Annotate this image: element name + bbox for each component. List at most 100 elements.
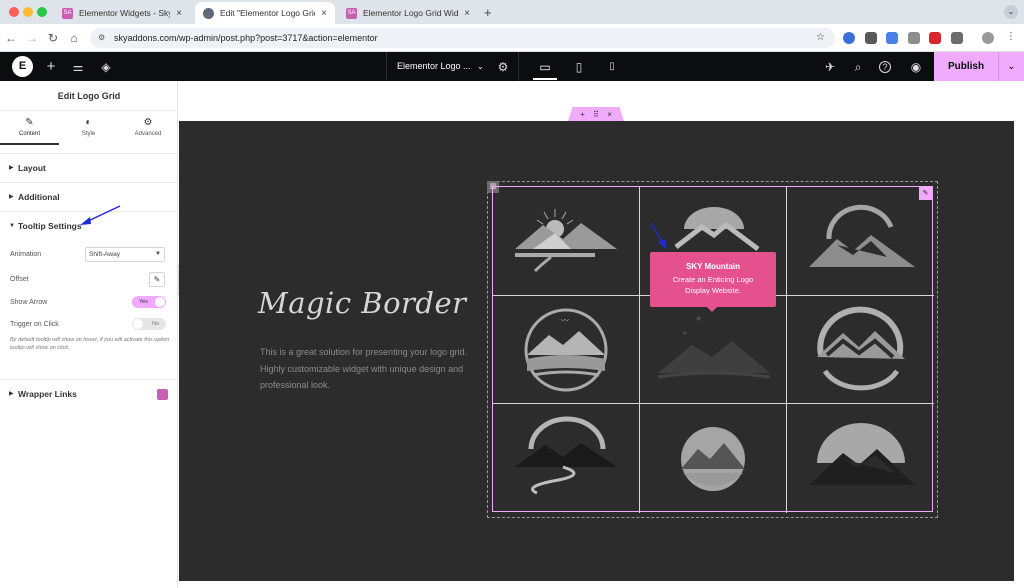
mountain-circle-logo-icon (809, 204, 915, 267)
tab-advanced[interactable]: ⚙ Advanced (118, 111, 178, 145)
browser-tab-1[interactable]: SA Elementor Widgets - Sky Add × (54, 2, 190, 24)
close-tab-icon[interactable]: × (464, 8, 470, 19)
panel-title: Edit Logo Grid (0, 81, 178, 111)
offset-label: Offset (10, 276, 29, 283)
animation-select[interactable]: Shift-Away ▼ (85, 247, 165, 262)
publish-button[interactable]: Publish (934, 52, 998, 81)
notifications-rocket-icon[interactable]: ✈ (822, 59, 838, 75)
tab-title: Elementor Logo Grid Widget (363, 8, 459, 18)
extensions-puzzle-icon[interactable] (951, 32, 963, 44)
reload-icon[interactable]: ↻ (46, 31, 60, 45)
svg-text:〰: 〰 (561, 316, 569, 325)
delete-section-icon[interactable]: × (607, 110, 612, 119)
tab-title: Edit "Elementor Logo Grid W (220, 8, 315, 18)
trigger-hint-text: By default tooltip will show on hover, i… (10, 337, 170, 351)
extension-translate-icon[interactable] (886, 32, 898, 44)
show-arrow-toggle[interactable]: Yes (132, 296, 166, 308)
browser-tab-3[interactable]: SA Elementor Logo Grid Widget × (338, 2, 478, 24)
close-window-button[interactable] (9, 7, 19, 17)
address-bar: ← → ↻ ⌂ ⚙ skyaddons.com/wp-admin/post.ph… (0, 24, 1024, 52)
logo-cell[interactable] (787, 403, 934, 511)
logo-cell[interactable] (640, 403, 787, 511)
caret-down-icon: ▼ (9, 223, 15, 229)
tab-label: Advanced (134, 131, 162, 137)
section-label: Wrapper Links (18, 389, 77, 399)
tablet-view-icon[interactable]: ▯ (571, 59, 587, 75)
extension-f-icon[interactable] (929, 32, 941, 44)
tooltip-arrow (707, 307, 717, 312)
offset-edit-button[interactable]: ✎ (149, 272, 165, 287)
close-tab-icon[interactable]: × (176, 8, 182, 19)
site-settings-icon[interactable]: ⚌ (70, 59, 86, 75)
show-arrow-label: Show Arrow (10, 299, 48, 306)
animation-label: Animation (10, 251, 42, 258)
add-element-icon[interactable]: + (43, 59, 59, 75)
site-info-icon[interactable]: ⚙ (98, 28, 105, 48)
minimize-window-button[interactable] (23, 7, 33, 17)
globe-favicon-icon (203, 7, 214, 19)
url-field[interactable]: ⚙ skyaddons.com/wp-admin/post.php?post=3… (90, 28, 835, 48)
forward-icon[interactable]: → (25, 31, 39, 45)
toggle-state: Yes (139, 299, 148, 305)
widget-edit-pencil-icon[interactable]: ✎ (919, 187, 932, 200)
logo-cell[interactable]: 〰 (493, 295, 640, 403)
svg-text:★: ★ (682, 330, 687, 337)
toggle-state: No (151, 321, 159, 327)
new-tab-button[interactable]: + (484, 5, 492, 20)
tab-style[interactable]: ◐ Style (59, 111, 118, 145)
browser-tab-bar: SA Elementor Widgets - Sky Add × Edit "E… (0, 0, 1024, 24)
page-description: This is a great solution for presenting … (260, 347, 468, 390)
mountain-globe-logo-icon (681, 427, 745, 491)
logo-cell[interactable] (787, 187, 934, 295)
tab-content[interactable]: ✎ Content (0, 111, 59, 145)
logo-grid[interactable]: 〰 ★ ★ (492, 186, 934, 513)
elementor-logo-icon[interactable]: E (12, 56, 33, 77)
section-handle[interactable]: + ⠿ × (568, 107, 624, 121)
browser-tab-2[interactable]: Edit "Elementor Logo Grid W × (195, 2, 335, 24)
home-icon[interactable]: ⌂ (67, 31, 81, 45)
back-icon[interactable]: ← (4, 31, 18, 45)
browser-menu-icon[interactable]: ⋮ (1006, 31, 1016, 42)
section-label: Layout (18, 163, 46, 173)
url-text: skyaddons.com/wp-admin/post.php?post=371… (114, 33, 378, 43)
maximize-window-button[interactable] (37, 7, 47, 17)
close-tab-icon[interactable]: × (321, 8, 327, 19)
publish-options-chevron-icon[interactable]: ⌄ (998, 52, 1024, 81)
tab-label: Style (81, 131, 96, 137)
mountain-sun-logo-icon (515, 209, 617, 273)
page-heading: Magic Border (258, 286, 467, 320)
profile-avatar-icon[interactable] (982, 32, 994, 44)
page-settings-gear-icon[interactable]: ⚙ (495, 59, 511, 75)
tab-search-icon[interactable]: ⌄ (1004, 5, 1018, 19)
mountain-road-logo-icon (515, 416, 617, 495)
help-icon[interactable]: ? (879, 61, 891, 73)
gear-icon: ⚙ (143, 117, 153, 128)
logo-cell[interactable] (493, 403, 640, 511)
logo-cell[interactable] (493, 187, 640, 295)
structure-layers-icon[interactable]: ◈ (98, 59, 114, 75)
section-wrapper-links[interactable]: ▶ Wrapper Links (0, 379, 178, 408)
pencil-icon: ✎ (25, 117, 34, 128)
sky-addons-badge-icon (157, 389, 168, 400)
sky-addons-favicon-icon: SA (346, 7, 357, 19)
mobile-view-icon[interactable]: ▯ (604, 59, 620, 75)
bookmark-star-icon[interactable]: ☆ (816, 28, 825, 48)
mountain-birds-circle-logo-icon: 〰 (524, 308, 608, 392)
extension-profile-icon[interactable] (908, 32, 920, 44)
add-section-icon[interactable]: + (580, 110, 585, 119)
extension-chrome-icon[interactable] (843, 32, 855, 44)
trigger-on-click-toggle[interactable]: No (132, 318, 166, 330)
extension-shield-icon[interactable] (865, 32, 877, 44)
drag-handle-icon[interactable]: ⠿ (593, 110, 599, 119)
caret-right-icon: ▶ (9, 194, 14, 200)
section-layout[interactable]: ▶ Layout (0, 153, 178, 182)
mountain-moon-logo-icon (809, 423, 915, 485)
trigger-on-click-label: Trigger on Click (10, 321, 59, 328)
logo-cell[interactable] (787, 295, 934, 403)
caret-right-icon: ▶ (9, 391, 14, 397)
preview-eye-icon[interactable]: ◉ (908, 59, 924, 75)
desktop-view-icon[interactable]: ▭ (537, 59, 553, 75)
search-icon[interactable]: ⌕ (850, 59, 866, 75)
tooltip-body: Create an Enticing Logo Display Website. (672, 275, 754, 295)
editor-panel: Edit Logo Grid ✎ Content ◐ Style ⚙ Advan… (0, 81, 178, 588)
